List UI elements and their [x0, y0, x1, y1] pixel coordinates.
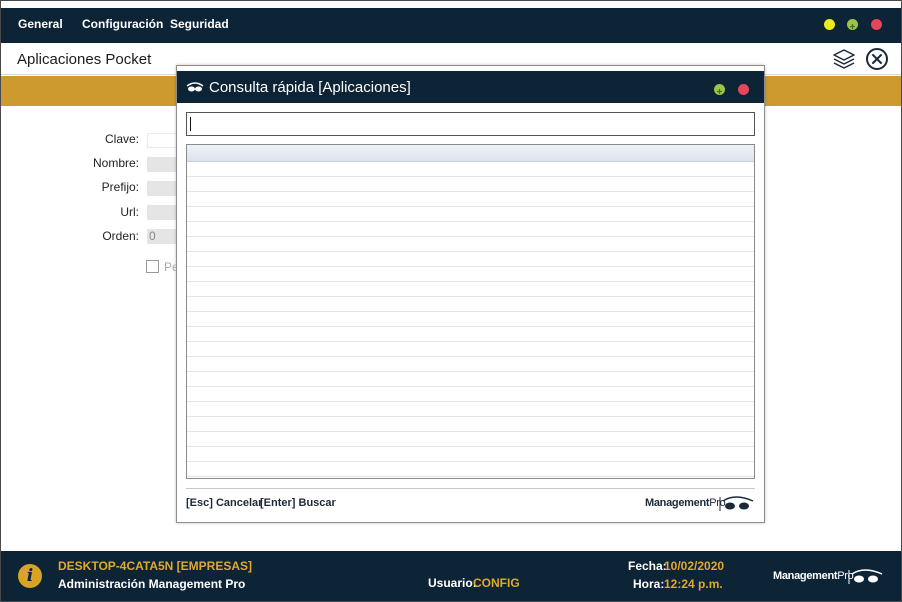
table-row[interactable] [187, 357, 754, 372]
menu-configuracion[interactable]: Configuración [82, 17, 163, 31]
info-icon: i [18, 564, 42, 588]
quick-search-dialog: Consulta rápida [Aplicaciones] [Esc] Can… [176, 65, 765, 523]
search-hint[interactable]: [Enter] Buscar [260, 497, 336, 509]
time-value: 12:24 p.m. [664, 577, 723, 591]
app-name: Administración Management Pro [58, 577, 246, 591]
table-row[interactable] [187, 162, 754, 177]
dialog-brand-text: ManagementPro [645, 497, 726, 509]
maximize-button[interactable] [847, 19, 858, 30]
cancel-label: Cancelar [215, 497, 263, 509]
brand-name: Management [773, 570, 838, 582]
page-title: Aplicaciones Pocket [17, 51, 152, 68]
table-row[interactable] [187, 177, 754, 192]
dialog-brand-name: Management [645, 497, 710, 509]
cancel-key: [Esc] [186, 497, 213, 509]
dialog-close-button[interactable] [738, 84, 749, 95]
user-value: CONFIG [473, 576, 520, 590]
table-row[interactable] [187, 297, 754, 312]
dialog-divider [186, 488, 755, 489]
prefijo-label: Prefijo: [101, 180, 139, 194]
clave-label: Clave: [104, 132, 139, 146]
layers-icon[interactable] [832, 47, 856, 71]
user-label: Usuario: [428, 576, 477, 590]
table-row[interactable] [187, 282, 754, 297]
grid-header [187, 145, 754, 162]
close-circle-icon[interactable] [865, 47, 889, 71]
table-row[interactable] [187, 387, 754, 402]
search-input[interactable] [186, 112, 755, 136]
table-row[interactable] [187, 462, 754, 477]
table-row[interactable] [187, 342, 754, 357]
results-grid[interactable] [186, 144, 755, 479]
table-row[interactable] [187, 207, 754, 222]
orden-label: Orden: [102, 229, 139, 243]
table-row[interactable] [187, 192, 754, 207]
dialog-header: Consulta rápida [Aplicaciones] [177, 71, 764, 103]
table-row[interactable] [187, 267, 754, 282]
date-value: 10/02/2020 [664, 559, 725, 573]
table-row[interactable] [187, 402, 754, 417]
date-label: Fecha: [628, 559, 667, 573]
menu-general[interactable]: General [18, 17, 63, 31]
dialog-title: Consulta rápida [Aplicaciones] [209, 79, 411, 96]
app-logo-icon [186, 82, 204, 92]
search-label: Buscar [298, 497, 336, 509]
window-top-strip [1, 1, 901, 8]
time-label: Hora: [633, 577, 665, 591]
plus-icon [850, 24, 855, 29]
cancel-hint[interactable]: [Esc] Cancelar [186, 497, 262, 509]
dialog-maximize-button[interactable] [714, 84, 725, 95]
menu-seguridad[interactable]: Seguridad [170, 17, 229, 31]
minimize-button[interactable] [824, 19, 835, 30]
menu-bar: General Configuración Seguridad [1, 8, 901, 43]
plus-icon [717, 89, 722, 94]
table-row[interactable] [187, 447, 754, 462]
status-bar: i DESKTOP-4CATA5N [EMPRESAS] Administrac… [1, 551, 901, 601]
checkbox[interactable] [146, 260, 159, 273]
table-row[interactable] [187, 417, 754, 432]
nombre-label: Nombre: [92, 156, 139, 170]
machine-name: DESKTOP-4CATA5N [EMPRESAS] [58, 559, 253, 573]
brand-logo-icon [848, 569, 883, 584]
table-row[interactable] [187, 432, 754, 447]
table-row[interactable] [187, 312, 754, 327]
close-window-button[interactable] [871, 19, 882, 30]
url-label: Url: [120, 205, 139, 219]
table-row[interactable] [187, 372, 754, 387]
table-row[interactable] [187, 327, 754, 342]
table-row[interactable] [187, 237, 754, 252]
search-key: [Enter] [260, 497, 296, 509]
brand-logo-text: ManagementPro [773, 570, 854, 582]
text-cursor [190, 117, 191, 131]
table-row[interactable] [187, 222, 754, 237]
table-row[interactable] [187, 252, 754, 267]
dialog-brand-logo-icon [719, 496, 754, 511]
